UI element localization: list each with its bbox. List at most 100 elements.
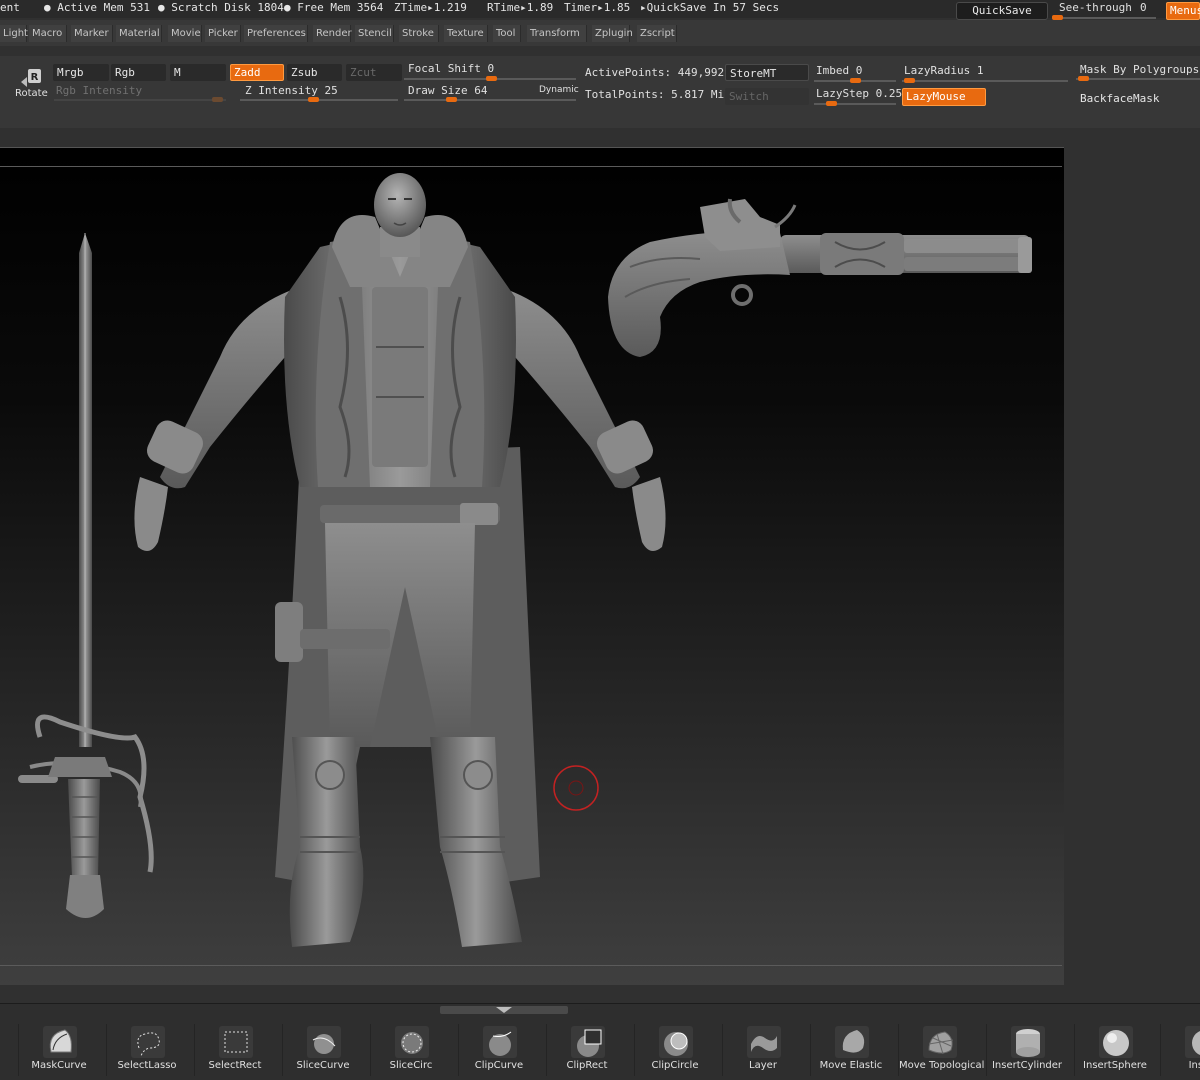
pirate-character-model[interactable] <box>134 173 666 947</box>
shelf-collapse-handle[interactable] <box>440 1006 568 1014</box>
brush-clip-curve[interactable]: ClipCurve <box>458 1024 538 1076</box>
store-mt-button[interactable]: StoreMT <box>725 64 809 81</box>
menu-zscript[interactable]: Zscript <box>637 25 677 42</box>
lazy-step-knob[interactable] <box>826 101 837 106</box>
mask-by-polygroups-track <box>1076 78 1200 80</box>
menu-macro[interactable]: Macro <box>29 25 67 42</box>
zcut-button[interactable]: Zcut <box>346 64 402 81</box>
mrgb-button[interactable]: Mrgb <box>53 64 109 81</box>
move-elastic-icon <box>835 1026 869 1058</box>
lazy-radius-label: LazyRadius 1 <box>904 64 984 77</box>
sword-model[interactable] <box>18 233 154 918</box>
menu-preferences[interactable]: Preferences <box>244 25 308 42</box>
rgb-button[interactable]: Rgb <box>111 64 166 81</box>
brush-label: ClipCircle <box>651 1060 699 1071</box>
menu-picker[interactable]: Picker <box>205 25 241 42</box>
dynamic-toggle[interactable]: Dynamic <box>539 85 579 95</box>
menu-texture[interactable]: Texture <box>444 25 488 42</box>
brush-insert[interactable]: Inser <box>1160 1024 1200 1076</box>
brush-slice-circ[interactable]: SliceCirc <box>370 1024 450 1076</box>
menu-movie[interactable]: Movie <box>168 25 202 42</box>
z-intensity-slider[interactable]: Z Intensity 25 <box>240 84 400 104</box>
brush-slice-curve[interactable]: SliceCurve <box>282 1024 362 1076</box>
focal-shift-knob[interactable] <box>486 76 497 81</box>
status-left-cut: ent <box>0 1 20 14</box>
switch-button[interactable]: Switch <box>725 88 809 105</box>
brush-layer[interactable]: Layer <box>722 1024 802 1076</box>
insert-icon <box>1185 1026 1200 1058</box>
imbed-label: Imbed 0 <box>816 64 863 77</box>
z-intensity-knob[interactable] <box>308 97 319 102</box>
brush-mask-curve[interactable]: MaskCurve <box>18 1024 98 1076</box>
menu-stroke[interactable]: Stroke <box>399 25 439 42</box>
brush-clip-rect[interactable]: ClipRect <box>546 1024 626 1076</box>
insert-sphere-icon <box>1099 1026 1133 1058</box>
lazy-step-slider[interactable]: LazyStep 0.25 <box>814 85 902 107</box>
focal-shift-slider[interactable]: Focal Shift 0 <box>404 62 578 82</box>
brush-clip-circle[interactable]: ClipCircle <box>634 1024 714 1076</box>
brush-cursor <box>553 765 599 811</box>
lazy-step-label: LazyStep 0.25 <box>816 87 903 100</box>
rgb-intensity-knob[interactable] <box>212 97 223 102</box>
flintlock-pistol-model[interactable] <box>608 198 1032 357</box>
rgb-intensity-slider[interactable]: Rgb Intensity <box>54 84 228 104</box>
zadd-button[interactable]: Zadd <box>230 64 284 81</box>
menu-marker[interactable]: Marker <box>71 25 113 42</box>
total-points-readout: TotalPoints: 5.817 Mil <box>585 88 731 101</box>
see-through-track <box>1056 17 1156 19</box>
brush-label: SliceCirc <box>389 1060 433 1071</box>
active-points-readout: ActivePoints: 449,992 <box>585 66 725 79</box>
brush-move-topological[interactable]: Move Topological <box>898 1024 985 1076</box>
sculpt-scene[interactable] <box>0 147 1064 985</box>
menu-zplugin[interactable]: Zplugin <box>592 25 633 42</box>
status-ztime: ZTime▸1.219 <box>394 1 467 14</box>
menu-tool[interactable]: Tool <box>493 25 521 42</box>
menu-transform[interactable]: Transform <box>527 25 587 42</box>
mask-by-polygroups-slider[interactable]: Mask By Polygroups <box>1076 62 1200 84</box>
status-rtime: RTime▸1.89 <box>487 1 554 14</box>
brush-label: Inser <box>1188 1060 1200 1071</box>
mask-by-polygroups-label: Mask By Polygroups <box>1080 63 1200 76</box>
brush-label: SelectLasso <box>117 1060 177 1071</box>
menu-render[interactable]: Render <box>313 25 352 42</box>
brush-select-lasso[interactable]: SelectLasso <box>106 1024 186 1076</box>
menu-material[interactable]: Material <box>116 25 162 42</box>
lazy-radius-slider[interactable]: LazyRadius 1 <box>902 62 1070 84</box>
lazy-radius-track <box>902 80 1068 82</box>
select-lasso-icon <box>131 1026 165 1058</box>
rotate-button[interactable]: R Rotate <box>12 68 48 100</box>
rotate-icon: R <box>21 69 41 87</box>
draw-size-slider[interactable]: Draw Size 64 Dynamic <box>404 84 579 104</box>
imbed-knob[interactable] <box>850 78 861 83</box>
brush-label: SelectRect <box>208 1060 262 1071</box>
menu-stencil[interactable]: Stencil <box>355 25 394 42</box>
lazy-mouse-button[interactable]: LazyMouse <box>902 88 986 106</box>
zsub-button[interactable]: Zsub <box>287 64 342 81</box>
rgb-intensity-label: Rgb Intensity <box>56 84 143 97</box>
backface-mask-button[interactable]: BackfaceMask <box>1076 90 1186 107</box>
m-button[interactable]: M <box>170 64 226 81</box>
select-rect-icon <box>219 1026 253 1058</box>
mask-by-polygroups-knob[interactable] <box>1078 76 1089 81</box>
draw-size-knob[interactable] <box>446 97 457 102</box>
lazy-radius-knob[interactable] <box>904 78 915 83</box>
rotate-label: Rotate <box>15 88 48 99</box>
clip-circle-icon <box>659 1026 693 1058</box>
quicksave-button[interactable]: QuickSave <box>956 2 1048 20</box>
brush-select-rect[interactable]: SelectRect <box>194 1024 274 1076</box>
clip-rect-icon <box>571 1026 605 1058</box>
status-timer: Timer▸1.85 <box>564 1 631 14</box>
status-quicksave-countdown: ▸QuickSave In 57 Secs <box>640 1 780 14</box>
brush-insert-sphere[interactable]: InsertSphere <box>1074 1024 1154 1076</box>
brush-label: Layer <box>749 1060 777 1071</box>
brush-insert-cylinder[interactable]: InsertCylinder <box>986 1024 1066 1076</box>
menus-toggle[interactable]: Menus <box>1166 2 1200 20</box>
see-through-slider[interactable]: See-through 0 <box>1052 1 1158 20</box>
draw-size-track <box>404 99 576 101</box>
brush-label: InsertCylinder <box>991 1060 1063 1071</box>
brush-move-elastic[interactable]: Move Elastic <box>810 1024 890 1076</box>
move-topological-icon <box>923 1026 957 1058</box>
imbed-slider[interactable]: Imbed 0 <box>814 62 898 84</box>
menu-light[interactable]: Light <box>0 25 28 42</box>
brush-label: Move Topological <box>899 1060 985 1071</box>
